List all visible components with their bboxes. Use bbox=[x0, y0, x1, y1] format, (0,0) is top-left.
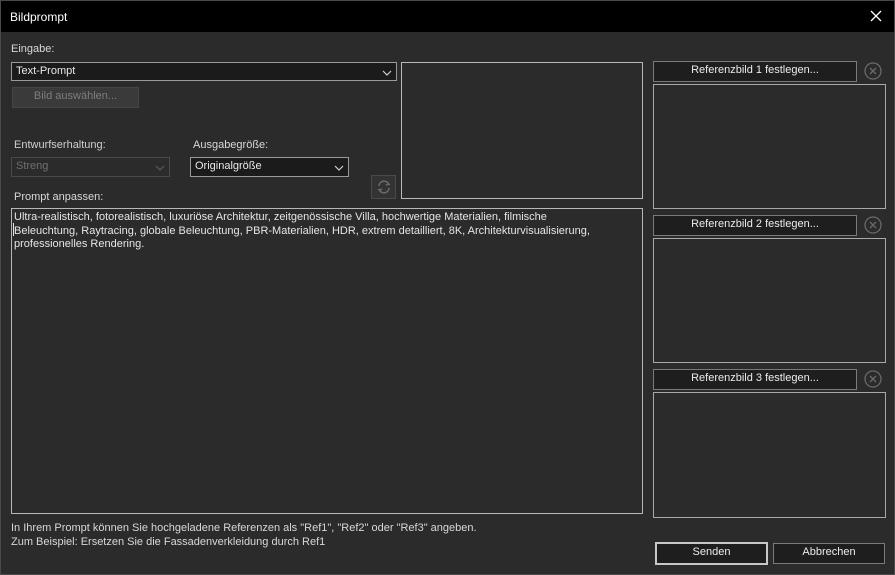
prompt-textarea[interactable]: Ultra-realistisch, fotorealistisch, luxu… bbox=[11, 208, 643, 514]
select-image-button[interactable]: Bild auswählen... bbox=[12, 87, 139, 108]
set-reference-1-button[interactable]: Referenzbild 1 festlegen... bbox=[653, 61, 857, 82]
output-size-select[interactable]: Originalgröße bbox=[190, 157, 349, 177]
input-type-select[interactable]: Text-Prompt bbox=[11, 62, 397, 81]
output-size-value: Originalgröße bbox=[195, 160, 262, 172]
set-reference-2-button[interactable]: Referenzbild 2 festlegen... bbox=[653, 215, 857, 236]
refresh-button[interactable] bbox=[371, 175, 396, 199]
remove-circle-icon[interactable] bbox=[863, 369, 883, 389]
prompt-label: Prompt anpassen: bbox=[14, 191, 104, 203]
hint-line-1: In Ihrem Prompt können Sie hochgeladene … bbox=[11, 522, 477, 534]
input-label: Eingabe: bbox=[11, 43, 55, 55]
cancel-button[interactable]: Abbrechen bbox=[773, 543, 885, 564]
set-reference-3-button[interactable]: Referenzbild 3 festlegen... bbox=[653, 369, 857, 390]
remove-circle-icon[interactable] bbox=[863, 215, 883, 235]
image-preview bbox=[401, 62, 643, 199]
design-retention-select[interactable]: Streng bbox=[11, 157, 170, 177]
reference-1-preview bbox=[653, 84, 886, 209]
reference-3-preview bbox=[653, 392, 886, 518]
remove-circle-icon[interactable] bbox=[863, 61, 883, 81]
chevron-down-icon bbox=[334, 163, 344, 171]
reference-2-preview bbox=[653, 238, 886, 363]
chevron-down-icon bbox=[155, 163, 165, 171]
bildprompt-dialog: Bildprompt Eingabe: Text-Prompt Bild aus… bbox=[0, 0, 895, 575]
refresh-icon bbox=[375, 178, 393, 199]
send-button[interactable]: Senden bbox=[655, 542, 768, 565]
text-caret bbox=[13, 223, 14, 236]
window-title: Bildprompt bbox=[10, 10, 68, 24]
design-retention-label: Entwurfserhaltung: bbox=[14, 139, 106, 151]
close-icon[interactable] bbox=[864, 4, 888, 28]
chevron-down-icon bbox=[382, 68, 392, 76]
design-retention-value: Streng bbox=[16, 160, 49, 172]
hint-line-2: Zum Beispiel: Ersetzen Sie die Fassadenv… bbox=[11, 536, 326, 548]
input-type-value: Text-Prompt bbox=[16, 65, 76, 77]
output-size-label: Ausgabegröße: bbox=[193, 139, 269, 151]
title-bar: Bildprompt bbox=[1, 1, 894, 32]
